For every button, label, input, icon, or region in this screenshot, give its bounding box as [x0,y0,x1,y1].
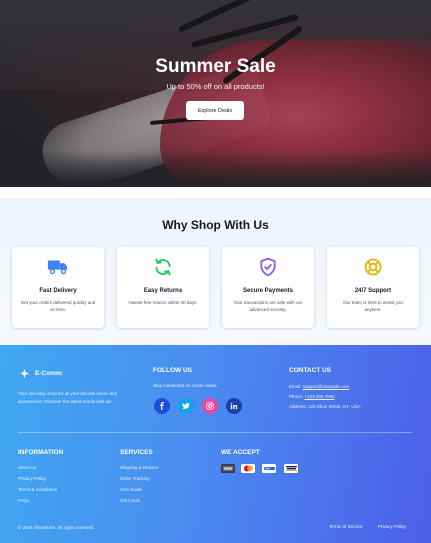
size-guide-link[interactable]: Size Guide [120,487,142,492]
terms-link[interactable]: Terms & Conditions [18,487,57,492]
visa-icon [284,464,298,473]
paypal-icon [262,464,276,473]
facebook-icon [160,402,164,410]
feature-description: Get your orders delivered quickly and on… [20,300,96,313]
truck-icon [47,260,68,275]
twitter-link[interactable] [178,398,194,414]
contact-email: Email: support@example.com [289,384,350,389]
site-footer: E-Comm Your one-stop shop for all your f… [0,345,431,543]
privacy-policy-footer-link[interactable]: Privacy Policy [378,524,406,529]
section-title: Why Shop With Us [162,218,269,232]
feature-card-easy-returns: Easy Returns Hassle-free returns within … [117,247,209,328]
contact-us-heading: CONTACT US [289,367,332,374]
linkedin-icon [230,402,238,410]
privacy-policy-link[interactable]: Privacy Policy [18,476,46,481]
amex-icon [221,464,235,473]
lifebuoy-icon [364,258,382,276]
feature-title: Easy Returns [143,288,183,294]
terms-of-service-link[interactable]: Terms of Service [329,524,363,529]
instagram-link[interactable] [202,398,218,414]
footer-about-text: Your one-stop shop for all your favorite… [18,391,118,404]
hero-subtitle: Up to 50% off on all products! [166,82,265,91]
instagram-icon [206,402,214,410]
feature-card-fast-delivery: Fast Delivery Get your orders delivered … [12,247,104,328]
feature-description: Your transactions are safe with our adva… [233,300,303,313]
shipping-returns-link[interactable]: Shipping & Returns [120,465,159,470]
phone-link[interactable]: +123 456 7890 [305,394,335,399]
contact-address: Address: 123 Shoe Street, NY, USA [289,404,361,409]
why-shop-section: Why Shop With Us Fast Delivery Get your … [0,198,431,345]
explore-deals-button[interactable]: Explore Deals [186,101,244,120]
linkedin-link[interactable] [226,398,242,414]
feature-card-support: 24/7 Support Our team is here to assist … [327,247,419,328]
hero-banner: Summer Sale Up to 50% off on all product… [0,0,431,187]
order-tracking-link[interactable]: Order Tracking [120,476,150,481]
feature-title: Fast Delivery [39,288,77,294]
faqs-link[interactable]: FAQs [18,498,29,503]
hero-title: Summer Sale [155,56,276,77]
contact-phone: Phone: +123 456 7890 [289,394,335,399]
feature-title: 24/7 Support [354,288,392,294]
footer-divider [18,432,412,433]
feature-title: Secure Payments [242,288,294,294]
we-accept-heading: WE ACCEPT [221,449,260,456]
services-heading: SERVICES [120,449,153,456]
facebook-link[interactable] [154,398,170,414]
gift-cards-link[interactable]: Gift Cards [120,498,140,503]
feature-description: Our team is here to assist you anytime. [343,300,403,313]
feature-card-secure-payments: Secure Payments Your transactions are sa… [222,247,314,328]
email-link[interactable]: support@example.com [303,384,349,389]
feature-description: Hassle-free returns within 30 days. [128,300,198,305]
mastercard-icon [241,464,255,473]
shield-icon [260,257,276,277]
information-heading: INFORMATION [18,449,64,456]
follow-us-text: Stay connected on social media. [153,383,218,388]
twitter-icon [182,402,190,409]
about-us-link[interactable]: About Us [18,465,37,470]
footer-logo[interactable]: E-Comm [20,369,62,378]
follow-us-heading: FOLLOW US [153,367,192,374]
brand-logo-icon [20,369,29,378]
copyright-text: © 2024 ShoeStore. All rights reserved. [18,525,95,530]
refresh-icon [155,258,171,276]
brand-name: E-Comm [35,370,62,377]
